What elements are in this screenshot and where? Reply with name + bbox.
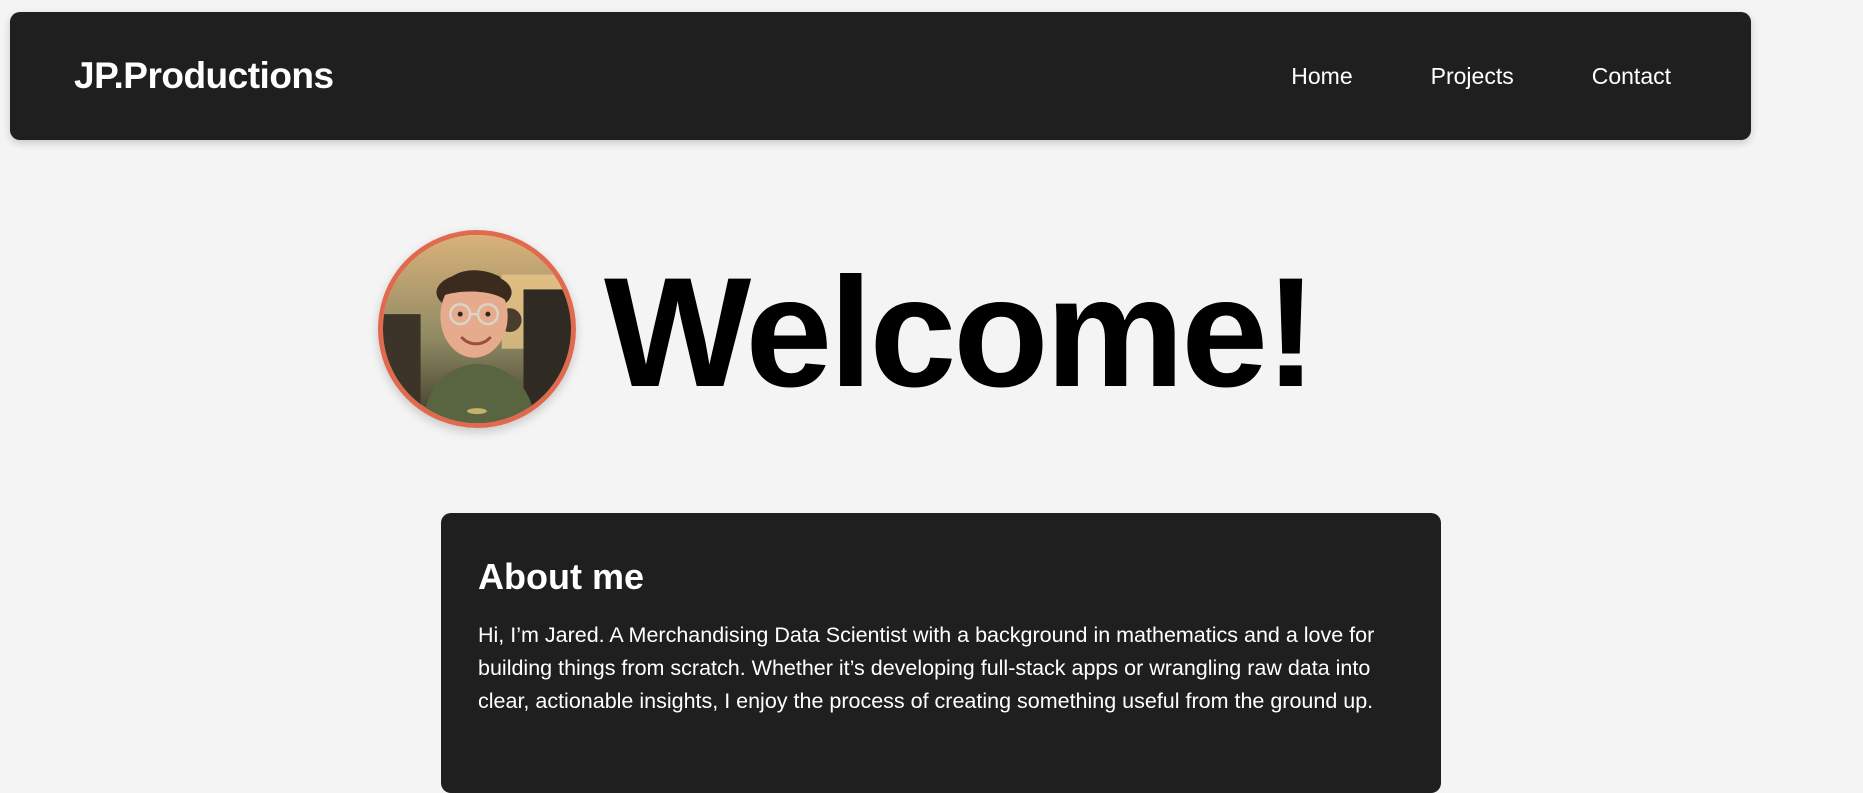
nav-link-contact[interactable]: Contact	[1592, 63, 1671, 90]
profile-photo-icon	[383, 235, 571, 423]
about-card: About me Hi, I’m Jared. A Merchandising …	[441, 513, 1441, 793]
profile-avatar	[378, 230, 576, 428]
page-title: Welcome!	[604, 246, 1317, 420]
about-paragraph: Hi, I’m Jared. A Merchandising Data Scie…	[478, 623, 1375, 713]
about-heading: About me	[478, 556, 644, 597]
nav-menu: Home Projects Contact	[1291, 12, 1671, 140]
nav-link-home[interactable]: Home	[1291, 63, 1352, 90]
brand-logo-link[interactable]: JP.Productions	[74, 12, 334, 140]
nav-link-projects[interactable]: Projects	[1431, 63, 1514, 90]
top-navbar: JP.Productions Home Projects Contact	[10, 12, 1751, 140]
